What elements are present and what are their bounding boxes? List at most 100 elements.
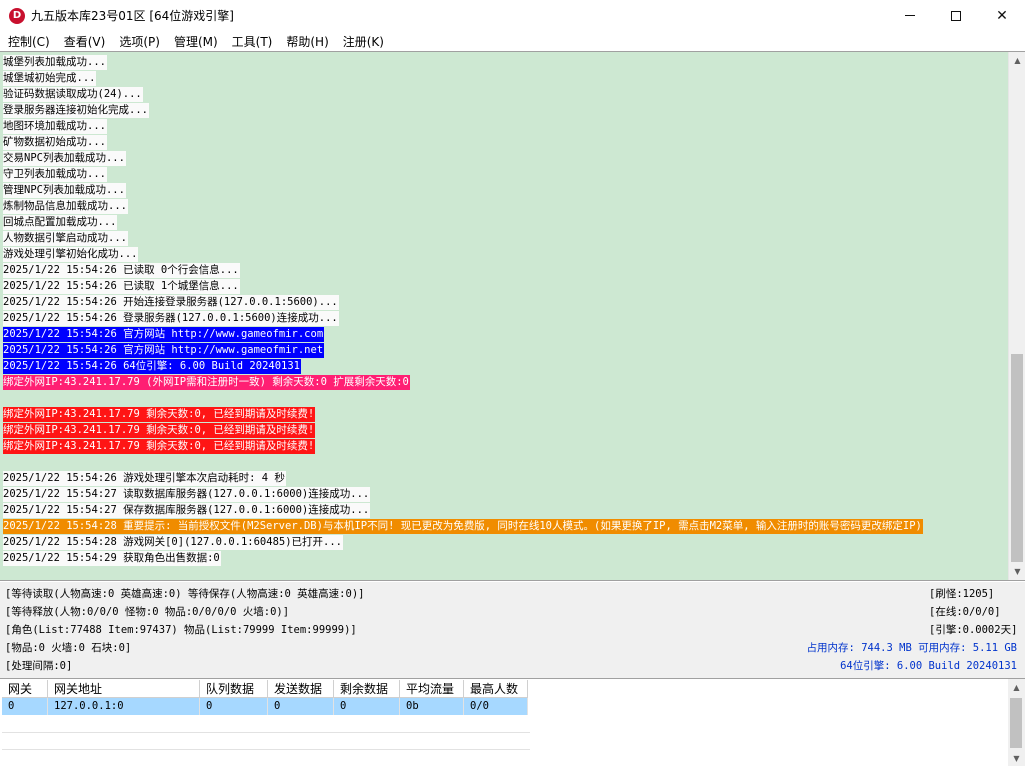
- log-line-text: 2025/1/22 15:54:26 64位引擎: 6.00 Build 202…: [3, 359, 302, 374]
- log-line: 炼制物品信息加载成功...: [3, 198, 1003, 214]
- log-line-text: 交易NPC列表加载成功...: [3, 151, 126, 166]
- log-panel[interactable]: 城堡列表加载成功... 城堡城初始完成... 验证码数据读取成功(24)... 登录服…: [0, 51, 1025, 581]
- log-line: 2025/1/22 15:54:28 重要提示: 当前授权文件(M2Server…: [3, 518, 1003, 534]
- column-header[interactable]: 发送数据: [268, 680, 334, 698]
- table-cell: 0/0: [464, 698, 528, 715]
- log-line: 登录服务器连接初始化完成...: [3, 102, 1003, 118]
- grid-line: [2, 732, 530, 733]
- window-title: 九五版本库23号01区 [64位游戏引擎]: [31, 9, 234, 23]
- status-engine-time: [引擎:0.0002天]: [929, 624, 1018, 636]
- menu-control[interactable]: 控制(C): [0, 33, 57, 50]
- log-line: 2025/1/22 15:54:26 游戏处理引擎本次启动耗时: 4 秒: [3, 470, 1003, 486]
- table-row[interactable]: 0 127.0.0.1:0 0 0 0 0b 0/0: [2, 698, 528, 715]
- menu-manage[interactable]: 管理(M): [167, 33, 225, 50]
- status-panel: [等待读取(人物高速:0 英雄高速:0) 等待保存(人物高速:0 英雄高速:0)…: [0, 582, 1025, 678]
- column-header[interactable]: 网关: [2, 680, 48, 698]
- menu-tools[interactable]: 工具(T): [225, 33, 280, 50]
- log-line-text: 绑定外网IP:43.241.17.79 剩余天数:0, 已经到期请及时续费!: [3, 439, 316, 454]
- log-line: 2025/1/22 15:54:27 保存数据库服务器(127.0.0.1:60…: [3, 502, 1003, 518]
- log-line-text: 2025/1/22 15:54:26 已读取 1个城堡信息...: [3, 279, 240, 294]
- gateway-table: 网关 网关地址 队列数据 发送数据 剩余数据 平均流量 最高人数 0 127.0…: [0, 678, 1025, 766]
- status-process-interval: [处理间隔:0]: [5, 660, 73, 672]
- grid-line: [2, 749, 530, 750]
- log-line: 验证码数据读取成功(24)...: [3, 86, 1003, 102]
- table-cell: 0b: [400, 698, 464, 715]
- log-line-text: 炼制物品信息加载成功...: [3, 199, 128, 214]
- log-line-text: 2025/1/22 15:54:26 开始连接登录服务器(127.0.0.1:5…: [3, 295, 339, 310]
- log-line: 2025/1/22 15:54:26 官方网站 http://www.gameo…: [3, 342, 1003, 358]
- log-line-text: 矿物数据初始成功...: [3, 135, 107, 150]
- log-line: 2025/1/22 15:54:26 官方网站 http://www.gameo…: [3, 326, 1003, 342]
- column-header[interactable]: 最高人数: [464, 680, 528, 698]
- log-line: 回城点配置加载成功...: [3, 214, 1003, 230]
- log-scrollbar[interactable]: ▲ ▼: [1008, 52, 1025, 580]
- table-cell: 127.0.0.1:0: [48, 698, 200, 715]
- log-line-text: 人物数据引擎启动成功...: [3, 231, 128, 246]
- status-memory: 占用内存: 744.3 MB 可用内存: 5.11 GB: [806, 642, 1017, 654]
- table-cell: 0: [268, 698, 334, 715]
- log-line-text: 管理NPC列表加载成功...: [3, 183, 126, 198]
- log-line-text: 2025/1/22 15:54:26 游戏处理引擎本次启动耗时: 4 秒: [3, 471, 286, 486]
- log-line: 城堡列表加载成功...: [3, 54, 1003, 70]
- column-header[interactable]: 剩余数据: [334, 680, 400, 698]
- log-line-text: [3, 454, 4, 469]
- maximize-button[interactable]: [933, 0, 979, 31]
- log-line: 管理NPC列表加载成功...: [3, 182, 1003, 198]
- table-header: 网关 网关地址 队列数据 发送数据 剩余数据 平均流量 最高人数: [2, 680, 528, 698]
- maximize-icon: [951, 10, 961, 21]
- status-items-firewall: [物品:0 火墙:0 石块:0]: [5, 642, 132, 654]
- status-engine-version: 64位引擎: 6.00 Build 20240131: [840, 660, 1017, 672]
- log-line-text: 2025/1/22 15:54:26 官方网站 http://www.gameo…: [3, 343, 325, 358]
- menu-options[interactable]: 选项(P): [112, 33, 167, 50]
- log-line: 交易NPC列表加载成功...: [3, 150, 1003, 166]
- log-line: 矿物数据初始成功...: [3, 134, 1003, 150]
- log-line: [3, 390, 1003, 406]
- status-queue-release: [等待释放(人物:0/0/0 怪物:0 物品:0/0/0/0 火墙:0)]: [5, 606, 290, 618]
- log-line-text: 2025/1/22 15:54:27 保存数据库服务器(127.0.0.1:60…: [3, 503, 371, 518]
- log-line: 2025/1/22 15:54:26 已读取 1个城堡信息...: [3, 278, 1003, 294]
- log-line: 守卫列表加载成功...: [3, 166, 1003, 182]
- column-header[interactable]: 队列数据: [200, 680, 268, 698]
- log-line: 人物数据引擎启动成功...: [3, 230, 1003, 246]
- title-bar: D 九五版本库23号01区 [64位游戏引擎] ✕: [0, 0, 1025, 31]
- status-queue-read: [等待读取(人物高速:0 英雄高速:0) 等待保存(人物高速:0 英雄高速:0)…: [5, 588, 365, 600]
- log-line-text: [3, 390, 4, 405]
- log-line: 2025/1/22 15:54:26 64位引擎: 6.00 Build 202…: [3, 358, 1003, 374]
- status-roles-items: [角色(List:77488 Item:97437) 物品(List:79999…: [5, 624, 357, 636]
- log-line-text: 2025/1/22 15:54:26 官方网站 http://www.gameo…: [3, 327, 325, 342]
- log-line-text: 验证码数据读取成功(24)...: [3, 87, 143, 102]
- minimize-icon: [905, 15, 915, 16]
- log-line-text: 城堡城初始完成...: [3, 71, 97, 86]
- log-line: 城堡城初始完成...: [3, 70, 1003, 86]
- log-line-text: 游戏处理引擎初始化成功...: [3, 247, 139, 262]
- scroll-down-icon[interactable]: ▼: [1008, 750, 1025, 766]
- log-line: 2025/1/22 15:54:26 开始连接登录服务器(127.0.0.1:5…: [3, 294, 1003, 310]
- status-refresh-monsters: [刷怪:1205]: [929, 588, 995, 600]
- log-line: 绑定外网IP:43.241.17.79 剩余天数:0, 已经到期请及时续费!: [3, 422, 1003, 438]
- log-line: 2025/1/22 15:54:29 获取角色出售数据:0: [3, 550, 1003, 566]
- table-scrollbar[interactable]: ▲ ▼: [1008, 679, 1025, 766]
- log-list: 城堡列表加载成功... 城堡城初始完成... 验证码数据读取成功(24)... 登录服…: [3, 54, 1003, 566]
- minimize-button[interactable]: [887, 0, 933, 31]
- log-line: 游戏处理引擎初始化成功...: [3, 246, 1003, 262]
- log-line-text: 2025/1/22 15:54:28 游戏网关[0](127.0.0.1:604…: [3, 535, 344, 550]
- table-cell: 0: [2, 698, 48, 715]
- log-line: 2025/1/22 15:54:26 登录服务器(127.0.0.1:5600)…: [3, 310, 1003, 326]
- scroll-up-icon[interactable]: ▲: [1009, 52, 1025, 69]
- scroll-thumb[interactable]: [1010, 698, 1022, 748]
- scroll-down-icon[interactable]: ▼: [1009, 563, 1025, 580]
- close-button[interactable]: ✕: [979, 0, 1025, 31]
- log-line-text: 绑定外网IP:43.241.17.79 剩余天数:0, 已经到期请及时续费!: [3, 423, 316, 438]
- log-line-text: 守卫列表加载成功...: [3, 167, 107, 182]
- column-header[interactable]: 网关地址: [48, 680, 200, 698]
- menu-view[interactable]: 查看(V): [57, 33, 113, 50]
- scroll-up-icon[interactable]: ▲: [1008, 679, 1025, 696]
- log-line-text: 城堡列表加载成功...: [3, 55, 107, 70]
- menu-help[interactable]: 帮助(H): [279, 33, 335, 50]
- log-line-text: 2025/1/22 15:54:29 获取角色出售数据:0: [3, 551, 221, 566]
- menu-register[interactable]: 注册(K): [336, 33, 391, 50]
- scroll-thumb[interactable]: [1011, 354, 1023, 562]
- log-line-text: 2025/1/22 15:54:26 登录服务器(127.0.0.1:5600)…: [3, 311, 339, 326]
- close-icon: ✕: [996, 7, 1008, 24]
- column-header[interactable]: 平均流量: [400, 680, 464, 698]
